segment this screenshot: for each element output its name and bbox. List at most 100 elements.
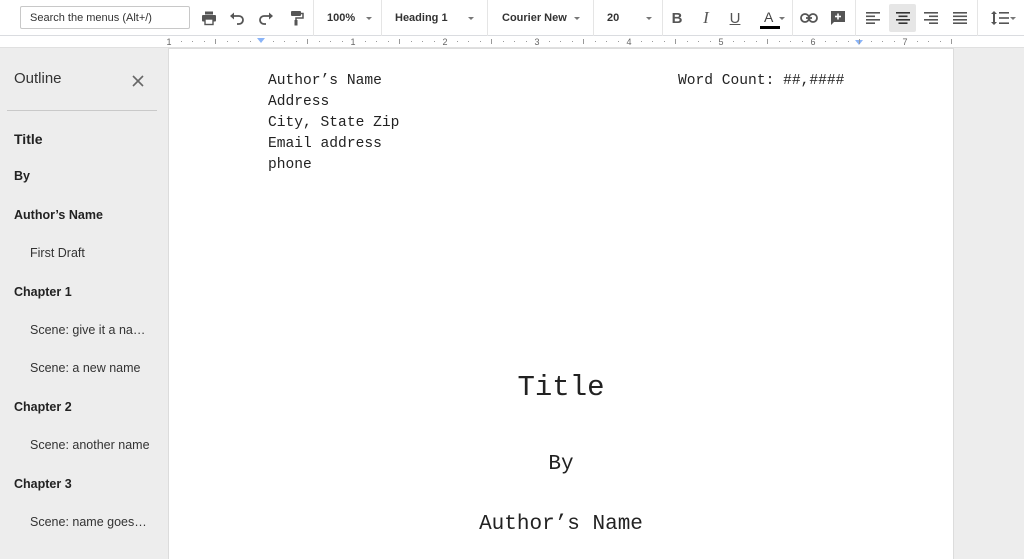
paint-roller-icon xyxy=(291,11,304,26)
line-spacing-icon xyxy=(991,11,1009,25)
ruler-tick xyxy=(882,41,883,42)
document-author[interactable]: Author’s Name xyxy=(169,513,953,536)
ruler-tick xyxy=(756,41,757,42)
underline-button[interactable]: U xyxy=(724,4,746,32)
close-icon[interactable] xyxy=(131,74,145,88)
ruler-number: 5 xyxy=(718,37,724,47)
undo-button[interactable] xyxy=(226,4,248,32)
ruler-tick xyxy=(779,41,780,42)
outline-heading-item[interactable]: Title xyxy=(14,131,43,147)
ruler-tick xyxy=(652,41,653,42)
ruler-tick xyxy=(848,41,849,42)
outline-subheading-item[interactable]: First Draft xyxy=(30,246,155,260)
outline-divider xyxy=(7,110,157,111)
ruler-tick xyxy=(330,41,331,42)
ruler-tick xyxy=(215,39,216,44)
address-line[interactable]: phone xyxy=(268,157,312,173)
align-center-button[interactable] xyxy=(889,4,916,32)
outline-subheading-item[interactable]: Scene: name goes… xyxy=(30,515,155,529)
font-size-value: 20 xyxy=(607,12,620,24)
paragraph-style-value: Heading 1 xyxy=(395,12,448,24)
left-indent-marker[interactable] xyxy=(257,38,265,43)
ruler-tick xyxy=(560,41,561,42)
chevron-down-icon xyxy=(574,17,580,20)
address-line[interactable]: Address xyxy=(268,94,329,110)
bold-button[interactable]: B xyxy=(666,4,688,32)
ruler-tick xyxy=(192,41,193,42)
menu-search-box[interactable] xyxy=(20,6,190,29)
document-title[interactable]: Title xyxy=(169,371,953,404)
chevron-down-icon xyxy=(646,17,652,20)
ruler-tick xyxy=(434,41,435,42)
word-count[interactable]: Word Count: ##,#### xyxy=(678,73,844,89)
ruler-tick xyxy=(606,41,607,42)
redo-button[interactable] xyxy=(255,4,277,32)
font-family-value: Courier New xyxy=(502,12,567,24)
justify-button[interactable] xyxy=(948,4,972,32)
ruler-number: 7 xyxy=(902,37,908,47)
chevron-down-icon xyxy=(779,17,785,20)
insert-comment-button[interactable] xyxy=(827,4,849,32)
address-line[interactable]: Author’s Name xyxy=(268,73,382,89)
italic-button[interactable]: I xyxy=(695,4,717,32)
menu-search-input[interactable] xyxy=(21,7,189,28)
outline-subheading-item[interactable]: Scene: a new name xyxy=(30,361,155,375)
ruler-number: 3 xyxy=(534,37,540,47)
document-by-line[interactable]: By xyxy=(169,453,953,476)
line-spacing-button[interactable] xyxy=(982,4,1018,32)
text-color-label: A xyxy=(764,9,774,25)
ruler-tick xyxy=(514,41,515,42)
address-line[interactable]: Email address xyxy=(268,136,382,152)
outline-heading-item[interactable]: By xyxy=(14,169,30,183)
ruler-tick xyxy=(859,39,860,44)
paint-format-button[interactable] xyxy=(285,4,307,32)
ruler-tick xyxy=(296,41,297,42)
ruler-tick xyxy=(790,41,791,42)
ruler-tick xyxy=(480,41,481,42)
ruler-number: 1 xyxy=(166,37,172,47)
underline-label: U xyxy=(729,9,741,27)
outline-title: Outline xyxy=(14,70,62,87)
align-justify-icon xyxy=(953,12,967,24)
print-button[interactable] xyxy=(198,4,220,32)
ruler-tick xyxy=(503,41,504,42)
outline-heading-item[interactable]: Chapter 3 xyxy=(14,477,72,491)
align-left-icon xyxy=(866,12,880,24)
document-outline-panel: Outline Title By Author’s Name First Draft C… xyxy=(0,49,169,559)
ruler-tick xyxy=(583,39,584,44)
horizontal-ruler[interactable]: 1 1 2 3 4 5 6 7 xyxy=(0,36,1024,48)
ruler-tick xyxy=(284,41,285,42)
zoom-select[interactable]: 100% xyxy=(318,4,376,32)
paragraph-style-select[interactable]: Heading 1 xyxy=(386,4,482,32)
print-icon xyxy=(202,11,216,26)
ruler-number: 1 xyxy=(350,37,356,47)
ruler-tick xyxy=(917,41,918,42)
undo-icon xyxy=(230,12,244,25)
outline-heading-item[interactable]: Chapter 2 xyxy=(14,400,72,414)
text-color-button[interactable]: A xyxy=(751,4,787,32)
bold-label: B xyxy=(671,9,683,27)
font-size-select[interactable]: 20 xyxy=(598,4,658,32)
ruler-tick xyxy=(595,41,596,42)
outline-subheading-item[interactable]: Scene: give it a na… xyxy=(30,323,155,337)
ruler-tick xyxy=(422,41,423,42)
ruler-tick xyxy=(698,41,699,42)
align-center-icon xyxy=(895,12,910,24)
align-right-button[interactable] xyxy=(919,4,943,32)
ruler-tick xyxy=(204,41,205,42)
outline-heading-item[interactable]: Chapter 1 xyxy=(14,285,72,299)
chevron-down-icon xyxy=(1010,17,1016,20)
toolbar: 100% Heading 1 Courier New 20 B I U xyxy=(0,0,1024,36)
align-left-button[interactable] xyxy=(861,4,885,32)
ruler-tick xyxy=(250,41,251,42)
document-page[interactable]: Author’s Name Address City, State Zip Em… xyxy=(169,49,953,559)
ruler-tick xyxy=(342,41,343,42)
ruler-tick xyxy=(307,39,308,44)
insert-link-button[interactable] xyxy=(797,4,821,32)
outline-heading-item[interactable]: Author’s Name xyxy=(14,208,103,222)
outline-subheading-item[interactable]: Scene: another name xyxy=(30,438,155,452)
zoom-value: 100% xyxy=(327,12,356,24)
address-line[interactable]: City, State Zip xyxy=(268,115,399,131)
ruler-tick xyxy=(365,41,366,42)
font-family-select[interactable]: Courier New xyxy=(492,4,588,32)
